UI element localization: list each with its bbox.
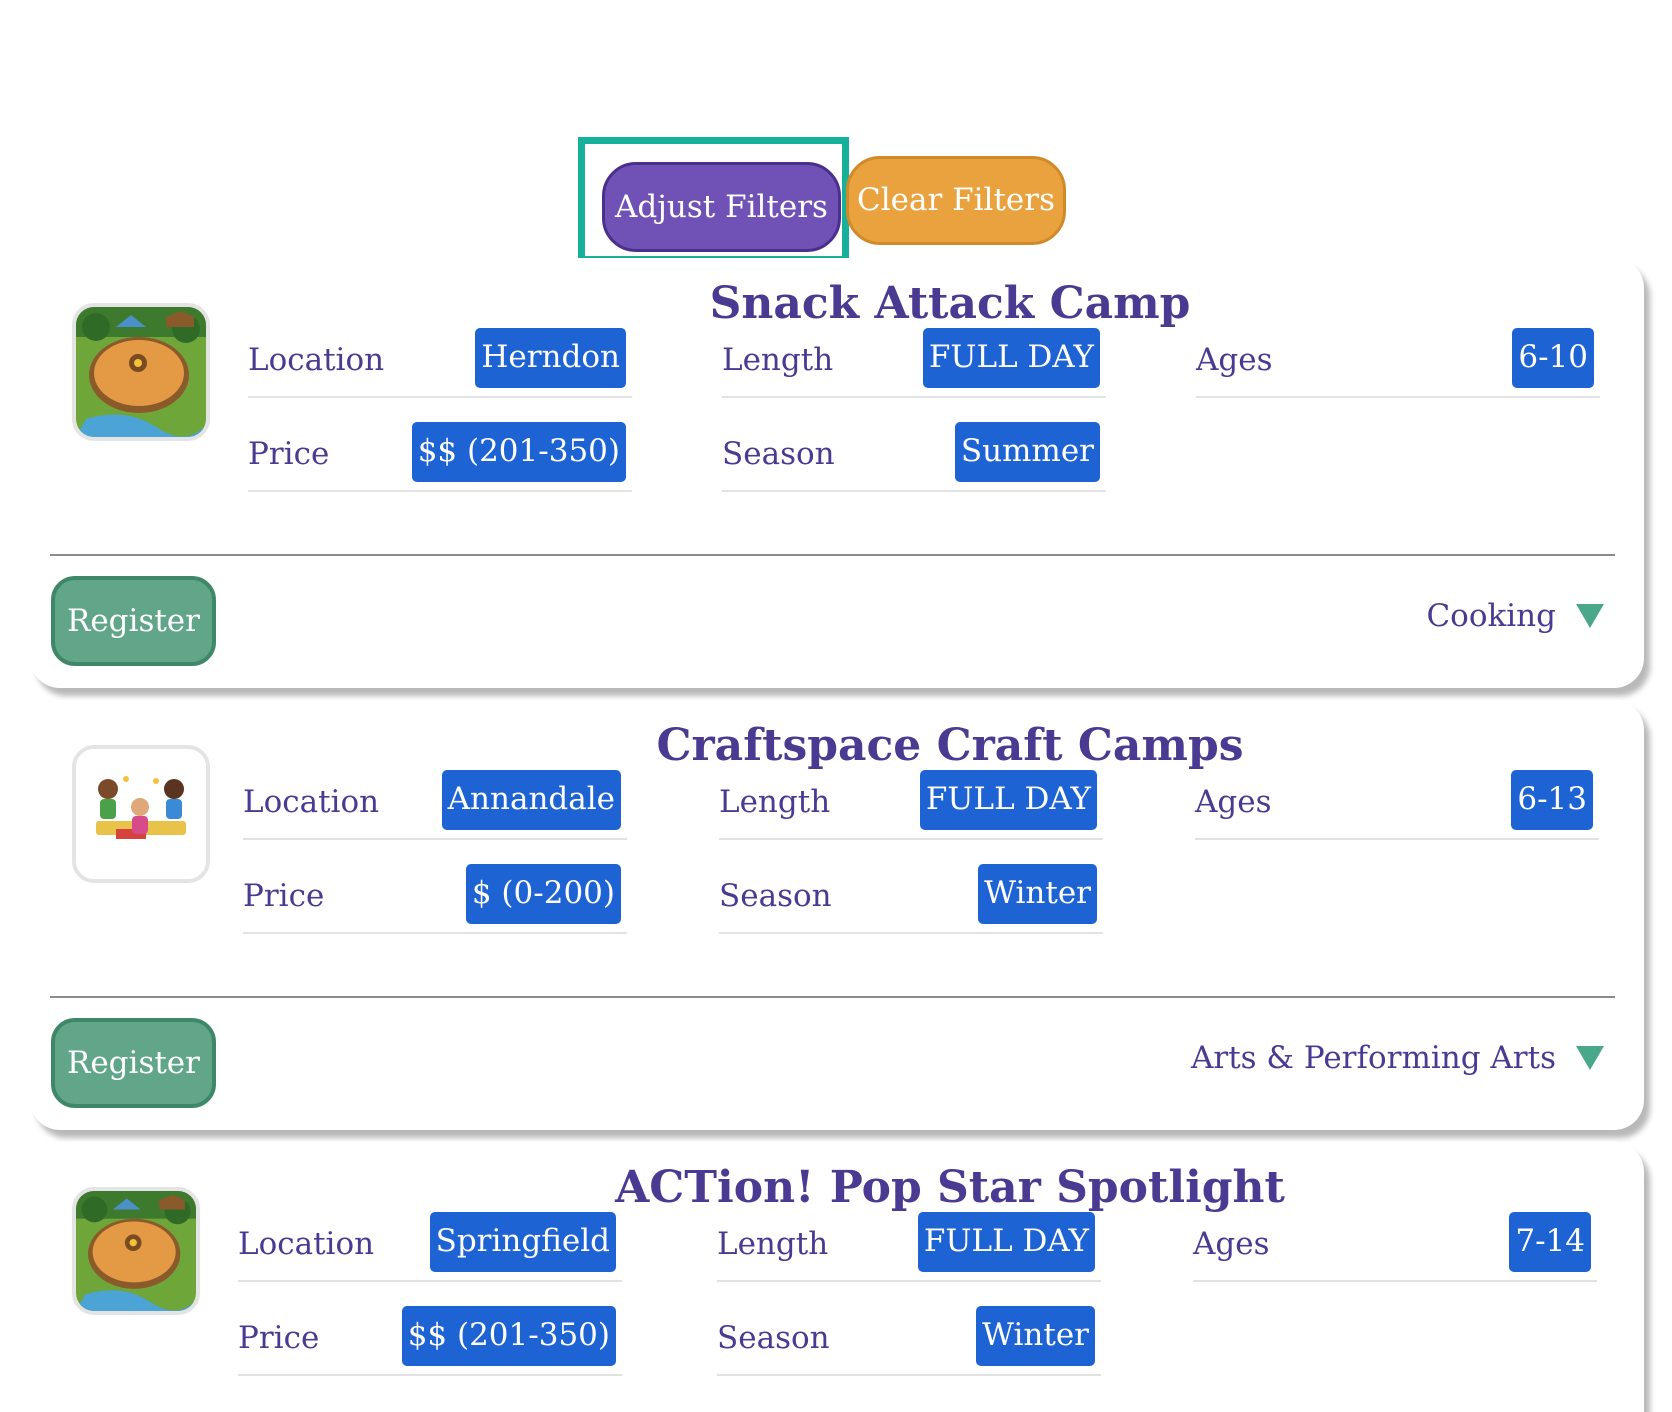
category-label: Arts & Performing Arts bbox=[1190, 1040, 1556, 1076]
location-value: Springfield bbox=[429, 1212, 616, 1272]
ages-label: Ages bbox=[1193, 1226, 1270, 1262]
camp-title[interactable]: Snack Attack Camp bbox=[590, 278, 1310, 329]
location-value: Annandale bbox=[441, 770, 621, 830]
campground-icon[interactable] bbox=[72, 303, 210, 441]
price-value: $ (0-200) bbox=[465, 864, 621, 924]
adjust-filters-button[interactable]: Adjust Filters bbox=[602, 162, 841, 252]
length-field: Length FULL DAY bbox=[722, 328, 1106, 398]
camp-title[interactable]: ACTion! Pop Star Spotlight bbox=[590, 1162, 1310, 1213]
ages-field: Ages 6-10 bbox=[1196, 328, 1600, 398]
length-label: Length bbox=[719, 784, 831, 820]
divider bbox=[50, 554, 1615, 556]
camp-title[interactable]: Craftspace Craft Camps bbox=[590, 720, 1310, 771]
location-label: Location bbox=[248, 342, 385, 378]
divider bbox=[50, 996, 1615, 998]
ages-field: Ages 6-13 bbox=[1195, 770, 1599, 840]
price-label: Price bbox=[238, 1320, 320, 1356]
location-field: Location Annandale bbox=[243, 770, 627, 840]
register-button[interactable]: Register bbox=[51, 576, 216, 666]
category-label: Cooking bbox=[1426, 598, 1556, 634]
chevron-down-icon[interactable] bbox=[1576, 604, 1604, 628]
adjust-filters-highlight: Adjust Filters bbox=[578, 137, 849, 263]
season-label: Season bbox=[717, 1320, 830, 1356]
location-field: Location Herndon bbox=[248, 328, 632, 398]
price-field: Price $$ (201-350) bbox=[238, 1306, 622, 1376]
ages-label: Ages bbox=[1195, 784, 1272, 820]
season-label: Season bbox=[719, 878, 832, 914]
campground-icon[interactable] bbox=[72, 1187, 200, 1315]
length-field: Length FULL DAY bbox=[717, 1212, 1101, 1282]
category-toggle[interactable]: Cooking bbox=[1426, 598, 1604, 634]
price-value: $$ (201-350) bbox=[411, 422, 626, 482]
length-label: Length bbox=[722, 342, 834, 378]
price-field: Price $ (0-200) bbox=[243, 864, 627, 934]
location-label: Location bbox=[243, 784, 380, 820]
price-label: Price bbox=[243, 878, 325, 914]
ages-value: 6-10 bbox=[1512, 328, 1594, 388]
kids-crafting-icon[interactable] bbox=[72, 745, 210, 883]
location-field: Location Springfield bbox=[238, 1212, 622, 1282]
clear-filters-button[interactable]: Clear Filters bbox=[846, 156, 1066, 245]
category-toggle[interactable]: Arts & Performing Arts bbox=[1191, 1040, 1604, 1076]
filter-bar: Adjust Filters Clear Filters bbox=[0, 137, 1672, 263]
ages-value: 6-13 bbox=[1511, 770, 1593, 830]
location-label: Location bbox=[238, 1226, 375, 1262]
price-label: Price bbox=[248, 436, 330, 472]
ages-field: Ages 7-14 bbox=[1193, 1212, 1597, 1282]
length-value: FULL DAY bbox=[917, 1212, 1095, 1272]
length-value: FULL DAY bbox=[919, 770, 1097, 830]
season-field: Season Winter bbox=[717, 1306, 1101, 1376]
ages-label: Ages bbox=[1196, 342, 1273, 378]
length-field: Length FULL DAY bbox=[719, 770, 1103, 840]
season-field: Season Winter bbox=[719, 864, 1103, 934]
length-label: Length bbox=[717, 1226, 829, 1262]
season-label: Season bbox=[722, 436, 835, 472]
price-field: Price $$ (201-350) bbox=[248, 422, 632, 492]
location-value: Herndon bbox=[475, 328, 626, 388]
ages-value: 7-14 bbox=[1509, 1212, 1591, 1272]
camp-card: Snack Attack Camp Location Herndon Lengt… bbox=[30, 258, 1644, 688]
season-value: Winter bbox=[978, 864, 1097, 924]
camp-card: ACTion! Pop Star Spotlight Location Spri… bbox=[30, 1142, 1644, 1412]
camp-card: Craftspace Craft Camps Location Annandal… bbox=[30, 700, 1644, 1130]
season-value: Winter bbox=[976, 1306, 1095, 1366]
season-value: Summer bbox=[954, 422, 1100, 482]
season-field: Season Summer bbox=[722, 422, 1106, 492]
chevron-down-icon[interactable] bbox=[1576, 1046, 1604, 1070]
length-value: FULL DAY bbox=[922, 328, 1100, 388]
price-value: $$ (201-350) bbox=[401, 1306, 616, 1366]
register-button[interactable]: Register bbox=[51, 1018, 216, 1108]
